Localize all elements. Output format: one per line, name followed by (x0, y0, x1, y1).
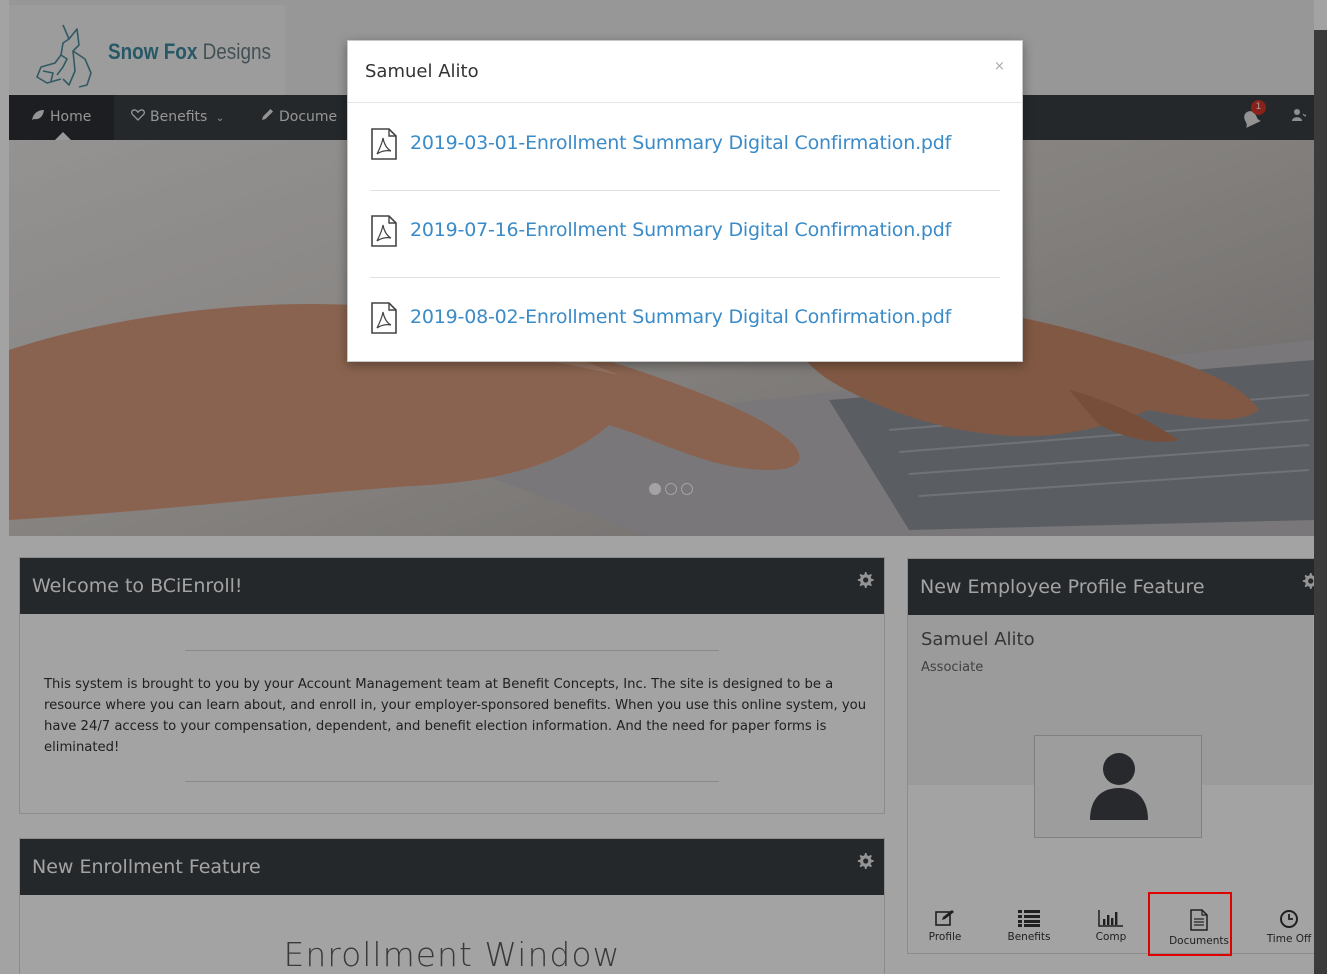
document-link[interactable]: 2019-03-01-Enrollment Summary Digital Co… (410, 132, 951, 154)
document-item[interactable]: 2019-07-16-Enrollment Summary Digital Co… (370, 192, 1000, 278)
documents-modal: Samuel Alito × 2019-03-01-Enrollment Sum… (347, 40, 1023, 362)
modal-title: Samuel Alito (365, 61, 479, 82)
document-link[interactable]: 2019-08-02-Enrollment Summary Digital Co… (410, 306, 951, 328)
close-icon[interactable]: × (994, 59, 1005, 74)
page: Snow Fox Designs Home Benefits ⌄ Docume (0, 0, 1327, 974)
document-link[interactable]: 2019-07-16-Enrollment Summary Digital Co… (410, 219, 951, 241)
pdf-file-icon (371, 215, 397, 247)
documents-tab-highlight (1148, 892, 1232, 956)
window-edge (1314, 30, 1327, 974)
document-item[interactable]: 2019-08-02-Enrollment Summary Digital Co… (370, 279, 1000, 365)
pdf-file-icon (371, 302, 397, 334)
document-item[interactable]: 2019-03-01-Enrollment Summary Digital Co… (370, 105, 1000, 191)
pdf-file-icon (371, 128, 397, 160)
modal-header: Samuel Alito × (348, 41, 1022, 103)
